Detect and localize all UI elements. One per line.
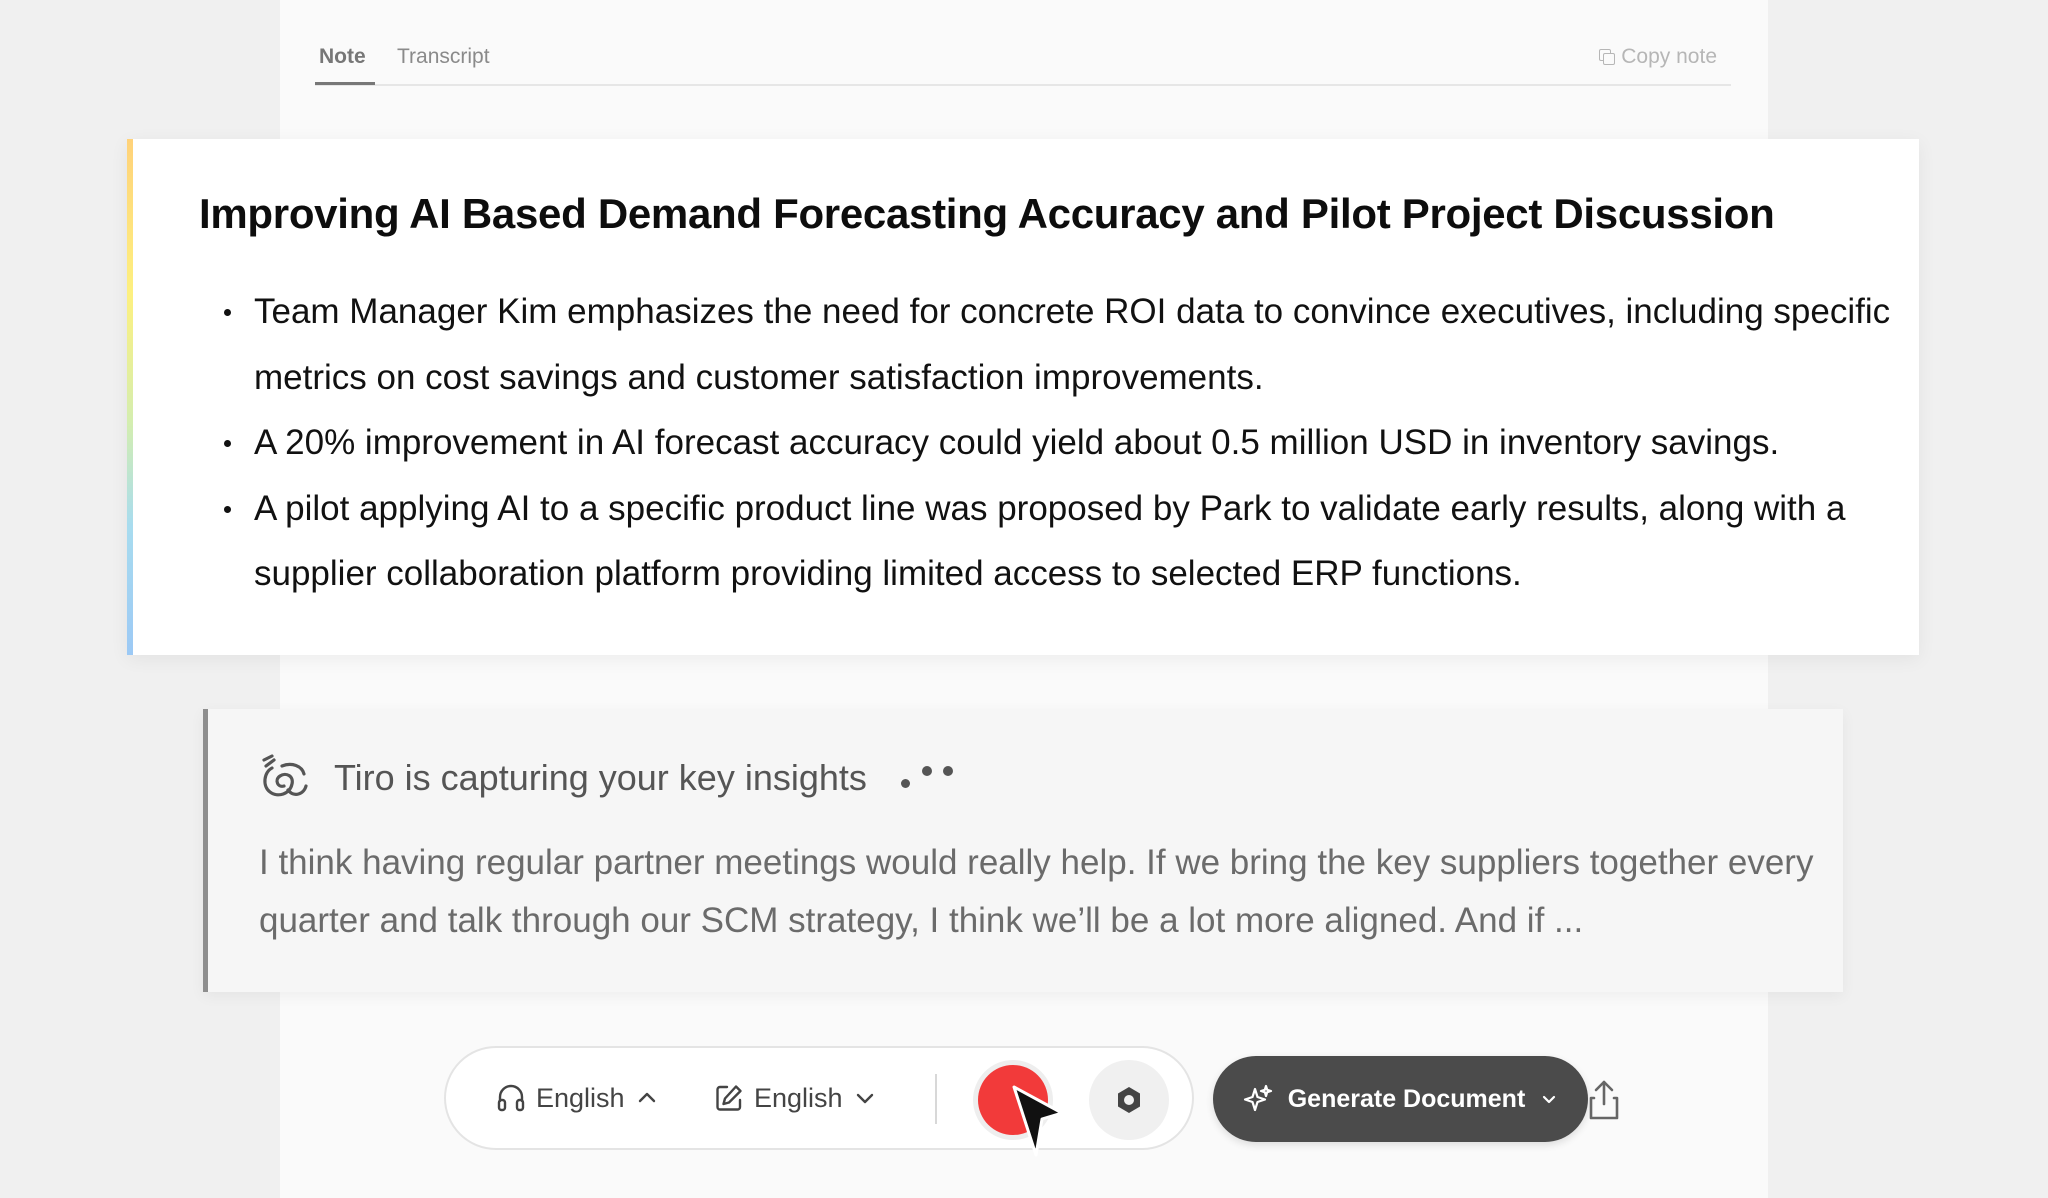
edit-icon (716, 1085, 742, 1111)
tiro-logo-icon (262, 754, 308, 797)
capture-transcript-text: I think having regular partner meetings … (259, 843, 1814, 940)
summary-bullet-list: Team Manager Kim emphasizes the need for… (224, 279, 1894, 607)
loading-dot (942, 766, 953, 776)
listen-language-selector[interactable]: English (496, 1048, 659, 1148)
share-icon[interactable] (1586, 1078, 1622, 1122)
write-language-label: English (754, 1082, 843, 1113)
generate-document-button[interactable]: Generate Document (1213, 1056, 1588, 1142)
note-tabs: Note Transcript Copy note (315, 44, 1731, 86)
copy-note-label: Copy note (1621, 45, 1717, 68)
tab-note[interactable]: Note (315, 44, 375, 86)
summary-bullet: Team Manager Kim emphasizes the need for… (224, 279, 1894, 410)
loading-dot (921, 766, 932, 776)
summary-card: Improving AI Based Demand Forecasting Ac… (127, 139, 1919, 655)
capture-side-rule (203, 709, 208, 992)
toolbar-divider (935, 1074, 937, 1124)
copy-icon (1599, 49, 1616, 65)
chevron-down-icon (856, 1093, 873, 1104)
hexagon-icon (1118, 1087, 1140, 1113)
summary-bullet: A pilot applying AI to a specific produc… (224, 476, 1894, 607)
app-stage: Note Transcript Copy note Improving AI B… (0, 0, 2048, 1198)
loading-dot (900, 779, 910, 788)
summary-title: Improving AI Based Demand Forecasting Ac… (199, 190, 1775, 237)
copy-note-button[interactable]: Copy note (1599, 44, 1717, 70)
chevron-down-icon (1543, 1095, 1556, 1104)
recording-toolbar: English English (444, 1046, 1194, 1150)
summary-accent-bar (127, 139, 133, 655)
loading-dots (897, 756, 967, 800)
mouse-cursor-icon (1012, 1085, 1064, 1157)
capture-card: Tiro is capturing your key insights I th… (203, 709, 1843, 992)
capture-title: Tiro is capturing your key insights (334, 757, 867, 798)
sparkles-icon (1243, 1084, 1272, 1112)
listen-language-label: English (536, 1082, 625, 1113)
summary-bullet: A 20% improvement in AI forecast accurac… (224, 410, 1894, 476)
write-language-selector[interactable]: English (714, 1048, 877, 1148)
tab-transcript[interactable]: Transcript (397, 44, 490, 86)
chevron-up-icon (638, 1092, 655, 1103)
generate-document-label: Generate Document (1287, 1084, 1526, 1113)
settings-button[interactable] (1089, 1060, 1169, 1140)
headphones-icon (497, 1084, 525, 1112)
capture-header: Tiro is capturing your key insights (258, 750, 967, 806)
